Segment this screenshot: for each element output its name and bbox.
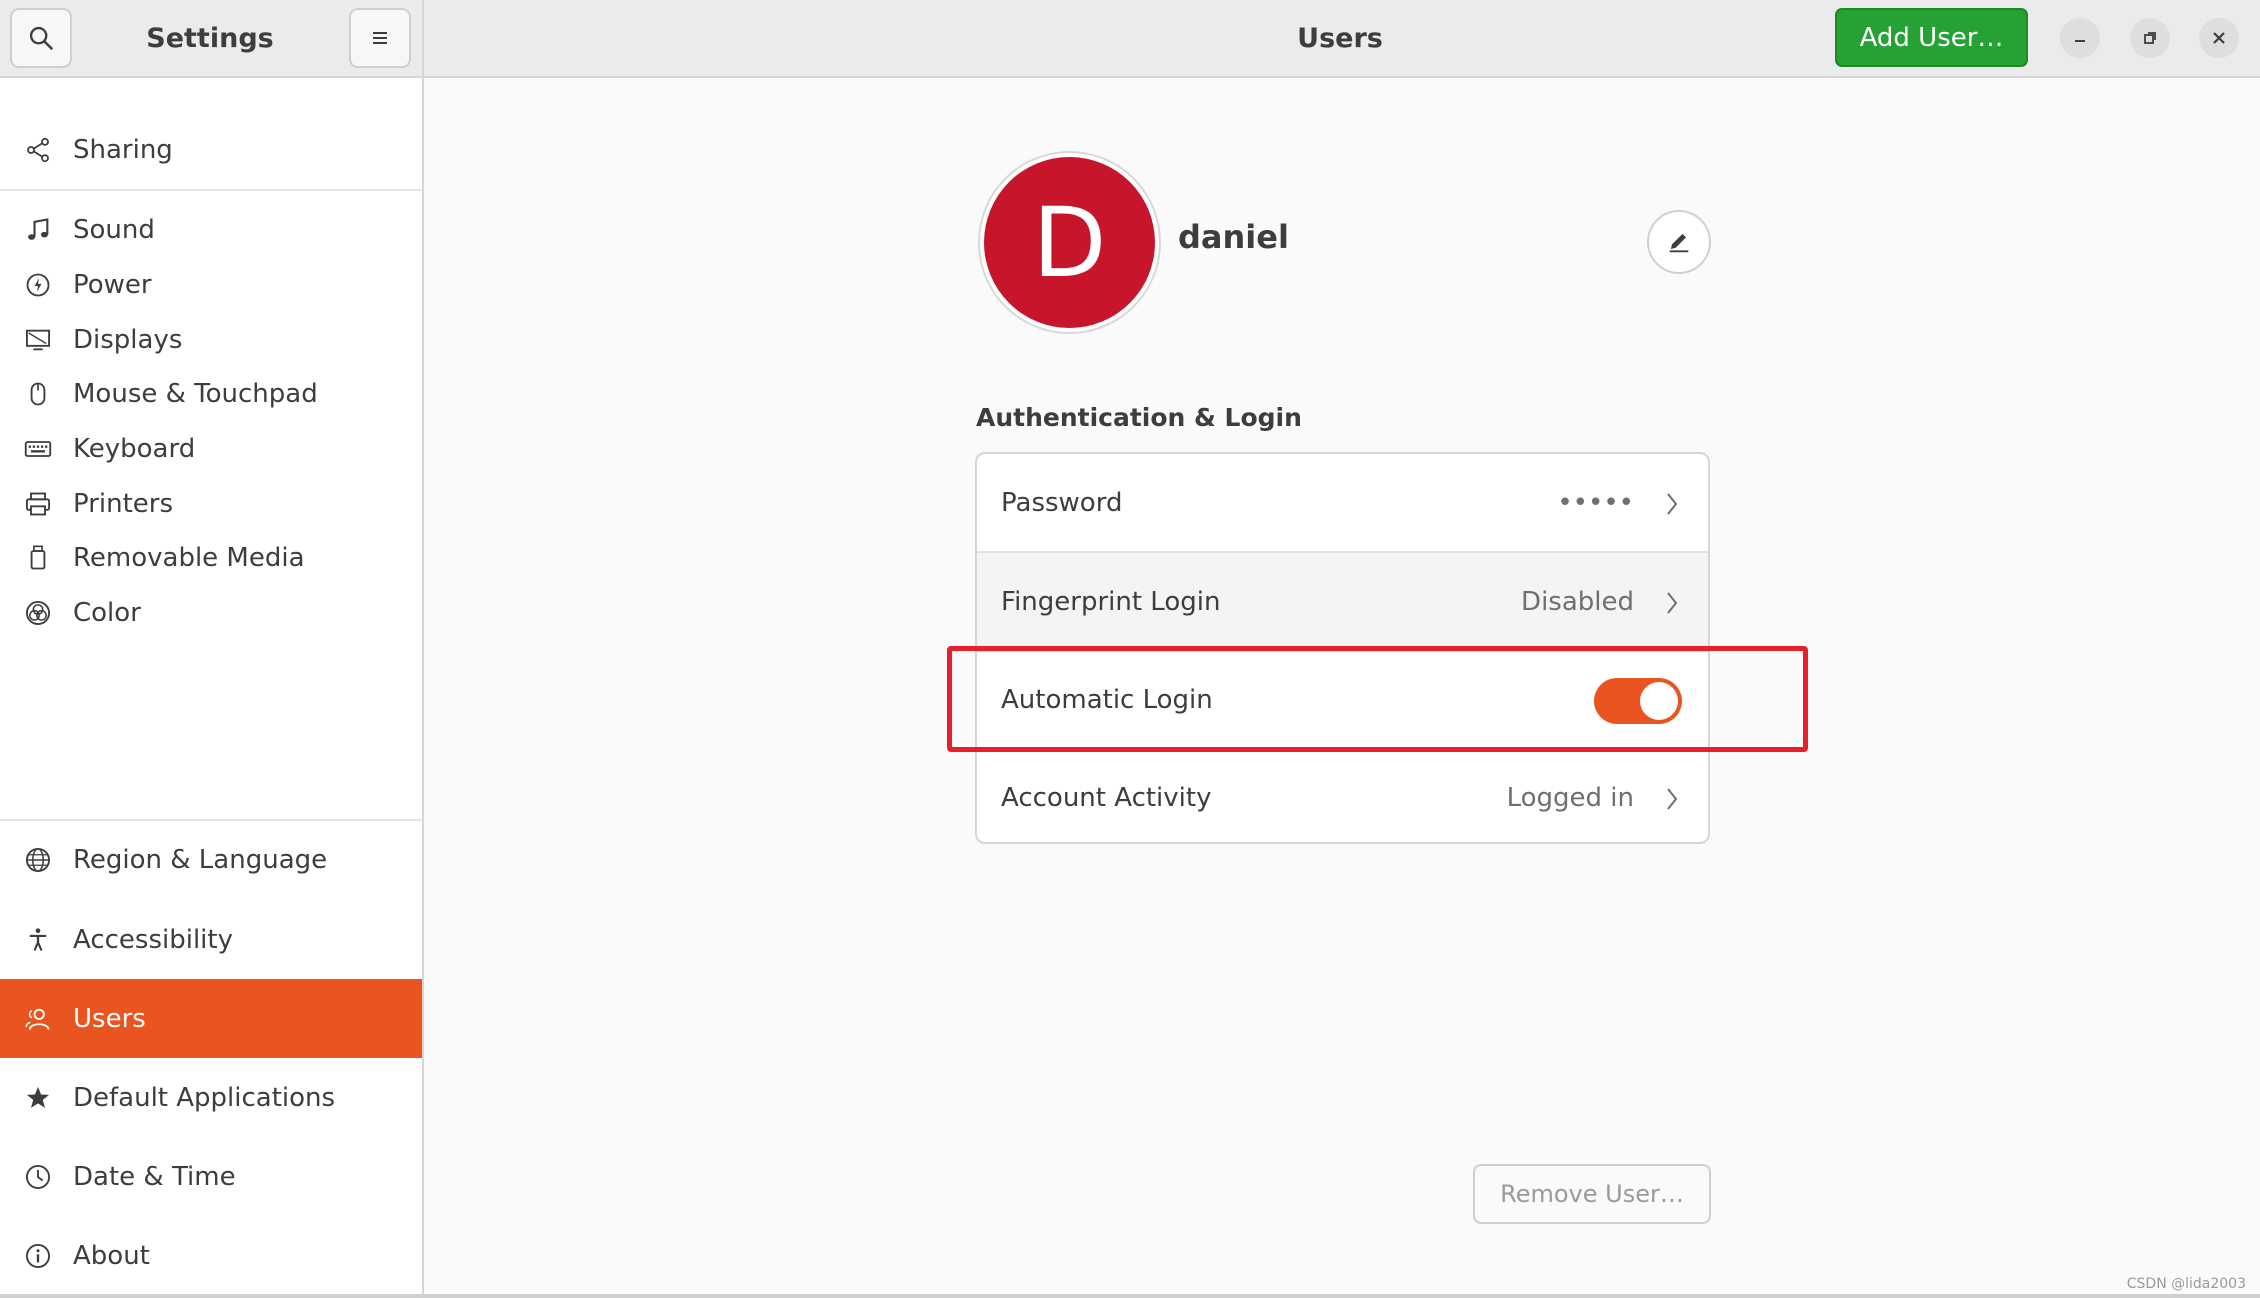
header-bar: Settings Users Add User… (0, 0, 2260, 78)
globe-icon (22, 844, 54, 876)
chevron-right-icon (1667, 493, 1678, 515)
minimize-icon (2075, 40, 2085, 42)
mouse-icon (22, 378, 54, 410)
menu-button[interactable] (349, 8, 411, 68)
sidebar-item-users[interactable]: Users (0, 979, 422, 1058)
password-value: ••••• (1557, 488, 1634, 518)
sidebar-item-sharing[interactable]: Sharing (0, 110, 422, 189)
hamburger-icon (373, 32, 387, 44)
sidebar-item-label: Sharing (73, 134, 173, 165)
star-icon (22, 1082, 54, 1114)
avatar-letter: D (984, 157, 1155, 328)
sidebar-item-about[interactable]: About (0, 1216, 422, 1295)
password-row[interactable]: Password ••••• (977, 454, 1708, 552)
sidebar-item-label: Color (73, 597, 141, 628)
sidebar: Sharing Sound Power Displays Mouse & Tou… (0, 78, 424, 1298)
sidebar-item-label: Region & Language (73, 844, 328, 875)
watermark-text: CSDN @lida2003 (2126, 1276, 2246, 1292)
search-button[interactable] (10, 8, 72, 68)
minimize-button[interactable] (2060, 18, 2100, 58)
close-icon (2213, 32, 2225, 44)
remove-user-button[interactable]: Remove User… (1473, 1164, 1711, 1224)
sidebar-item-label: About (73, 1240, 150, 1271)
row-label: Fingerprint Login (1001, 587, 1221, 617)
window-bottom-edge (0, 1294, 2260, 1298)
section-heading-auth: Authentication & Login (976, 403, 1302, 432)
chevron-right-icon (1667, 592, 1678, 614)
chevron-right-icon (1667, 788, 1678, 810)
app-title: Settings (146, 22, 274, 54)
power-icon (22, 269, 54, 301)
settings-window: Settings Users Add User… Sharing Sound P… (0, 0, 2260, 1298)
users-icon (22, 1003, 54, 1035)
restore-icon (2144, 32, 2156, 44)
display-icon (22, 324, 54, 356)
fingerprint-login-row[interactable]: Fingerprint Login Disabled (977, 553, 1708, 651)
accessibility-icon (22, 924, 54, 956)
sidebar-item-label: Users (73, 1003, 146, 1034)
sidebar-item-region-language[interactable]: Region & Language (0, 820, 422, 899)
close-button[interactable] (2199, 18, 2239, 58)
sidebar-item-default-applications[interactable]: Default Applications (0, 1058, 422, 1137)
account-activity-value: Logged in (1506, 783, 1634, 813)
sidebar-item-label: Accessibility (73, 924, 233, 955)
removable-media-icon (22, 542, 54, 574)
share-icon (22, 134, 54, 166)
header-divider (422, 0, 424, 78)
color-icon (22, 597, 54, 629)
edit-username-button[interactable] (1647, 210, 1711, 274)
username-label: daniel (1178, 218, 1289, 256)
row-label: Account Activity (1001, 783, 1212, 813)
add-user-button[interactable]: Add User… (1835, 8, 2028, 67)
sidebar-item-color[interactable]: Color (0, 573, 422, 652)
music-note-icon (22, 214, 54, 246)
users-panel: D daniel Authentication & Login Password… (424, 78, 2260, 1298)
sidebar-item-label: Date & Time (73, 1161, 236, 1192)
search-icon (29, 26, 53, 50)
clock-icon (22, 1161, 54, 1193)
keyboard-icon (22, 433, 54, 465)
account-activity-row[interactable]: Account Activity Logged in (977, 749, 1708, 842)
sidebar-item-accessibility[interactable]: Accessibility (0, 900, 422, 979)
fingerprint-value: Disabled (1521, 587, 1634, 617)
maximize-button[interactable] (2130, 18, 2170, 58)
row-label: Password (1001, 488, 1123, 518)
avatar[interactable]: D (978, 151, 1161, 334)
page-title: Users (1297, 22, 1383, 54)
printer-icon (22, 488, 54, 520)
pencil-icon (1669, 233, 1689, 253)
sidebar-item-date-time[interactable]: Date & Time (0, 1137, 422, 1216)
sidebar-item-label: Default Applications (73, 1082, 336, 1113)
highlight-annotation-box (947, 646, 1808, 752)
info-icon (22, 1240, 54, 1272)
